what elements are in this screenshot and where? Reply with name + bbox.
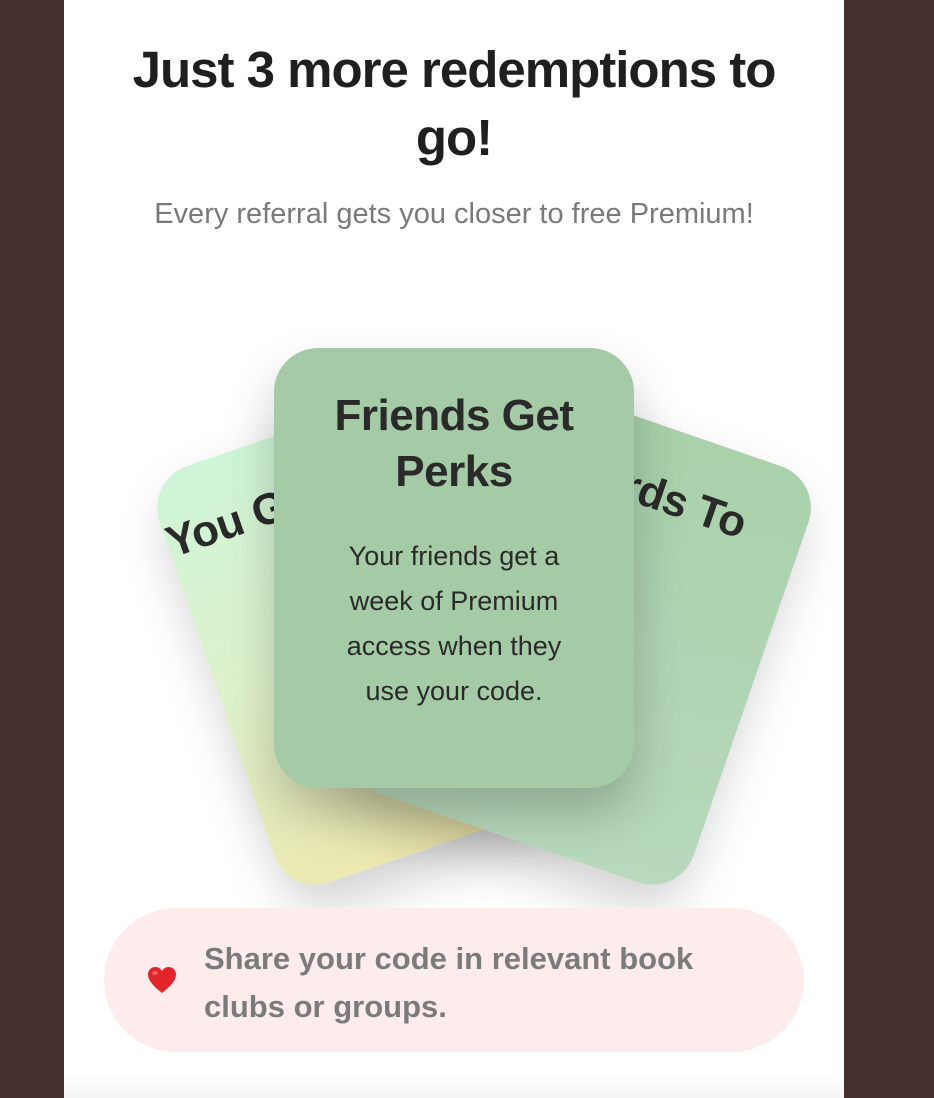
bottom-edge [64,1074,844,1098]
tip-banner: Share your code in relevant book clubs o… [104,908,804,1052]
content-panel: Just 3 more redemptions to go! Every ref… [64,0,844,1098]
card-stack: You Get Premium Rewards To Friends Get P… [64,0,844,900]
heart-icon [144,962,180,998]
card-front-body: Your friends get a week of Premium acces… [346,541,562,706]
card-front-title: Friends Get Perks [334,391,575,496]
tip-text: Share your code in relevant book clubs o… [204,941,694,1024]
card-front[interactable]: Friends Get Perks Your friends get a wee… [274,348,634,788]
